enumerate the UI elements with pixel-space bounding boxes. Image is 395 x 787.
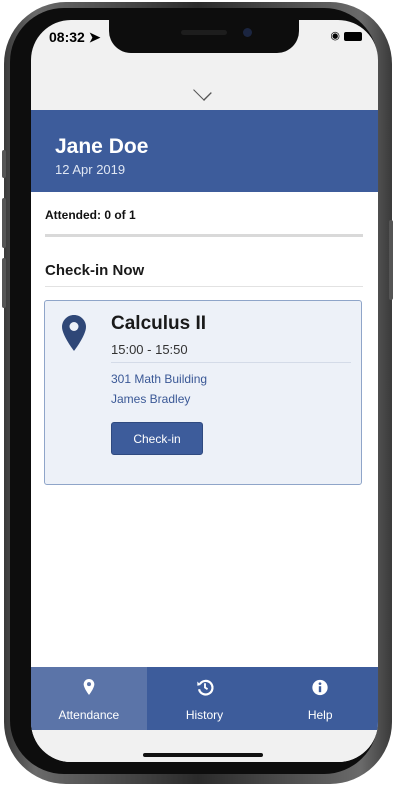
info-icon [312,679,328,696]
status-icons: ◉ [330,29,362,42]
attendance-content: Attended: 0 of 1 Check-in Now Calculus I… [31,192,378,667]
status-time: 08:32 ➤ [49,29,101,45]
tab-help[interactable]: Help [262,667,378,730]
attendance-progress [45,234,363,237]
battery-icon [344,31,362,41]
class-location[interactable]: 301 Math Building [111,372,207,386]
tab-bar: Attendance History Help [31,667,378,730]
home-indicator[interactable] [143,753,263,757]
mute-switch [2,150,6,178]
card-divider [111,362,351,363]
section-divider [45,286,363,287]
tab-label: Help [307,708,333,722]
tab-attendance[interactable]: Attendance [31,667,147,730]
map-pin-icon [83,679,95,695]
check-in-button[interactable]: Check-in [111,422,203,455]
volume-up-button [2,198,6,248]
attended-count: Attended: 0 of 1 [45,208,136,222]
class-card: Calculus II 15:00 - 15:50 301 Math Build… [44,300,362,485]
section-title: Check-in Now [45,262,145,279]
camera [243,28,252,37]
tab-history[interactable]: History [147,667,263,730]
chevron-down-icon[interactable] [193,82,212,101]
volume-down-button [2,258,6,308]
notch [109,20,299,53]
wifi-icon: ◉ [330,30,340,42]
course-title: Calculus II [111,313,207,334]
history-icon [196,679,213,696]
tab-label: History [185,708,224,722]
home-indicator-area [31,730,378,762]
tab-label: Attendance [58,708,120,722]
power-button [389,220,393,300]
current-date: 12 Apr 2019 [55,162,126,177]
user-name: Jane Doe [55,135,149,158]
map-pin-icon [62,315,86,351]
class-teacher[interactable]: James Bradley [111,392,190,406]
user-header: Jane Doe 12 Apr 2019 [31,110,378,192]
class-time: 15:00 - 15:50 [111,342,188,357]
screen: 08:32 ➤ ◉ Jane Doe 12 Apr 2019 Attended:… [31,20,378,762]
location-arrow-icon: ➤ [88,29,101,45]
speaker [181,30,227,35]
